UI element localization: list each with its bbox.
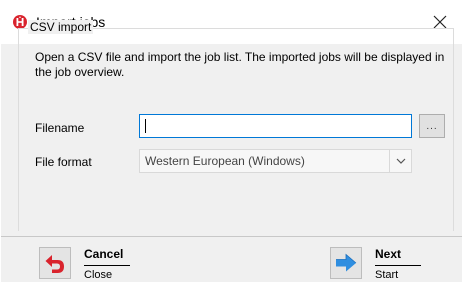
group-legend: CSV import [28, 20, 94, 34]
next-button[interactable]: Next Start [330, 247, 421, 282]
cancel-subtitle: Close [84, 269, 113, 281]
file-format-select[interactable]: Western European (Windows) [139, 149, 412, 173]
cancel-button[interactable]: Cancel Close [39, 247, 130, 282]
next-subtitle: Start [375, 269, 399, 281]
cancel-title: Cancel [84, 247, 124, 261]
file-format-value: Western European (Windows) [145, 154, 305, 168]
browse-button[interactable]: ... [419, 114, 445, 138]
next-title: Next [375, 247, 402, 261]
text-caret [145, 119, 146, 133]
undo-arrow-icon [39, 247, 71, 279]
file-format-label: File format [35, 155, 92, 169]
import-description: Open a CSV file and import the job list.… [35, 50, 445, 79]
filename-input[interactable] [139, 114, 412, 138]
chevron-down-icon[interactable] [389, 150, 411, 172]
filename-label: Filename [35, 121, 85, 135]
next-underline [375, 265, 421, 266]
cancel-underline [84, 265, 130, 266]
close-icon [433, 15, 447, 29]
right-arrow-icon [330, 247, 362, 279]
